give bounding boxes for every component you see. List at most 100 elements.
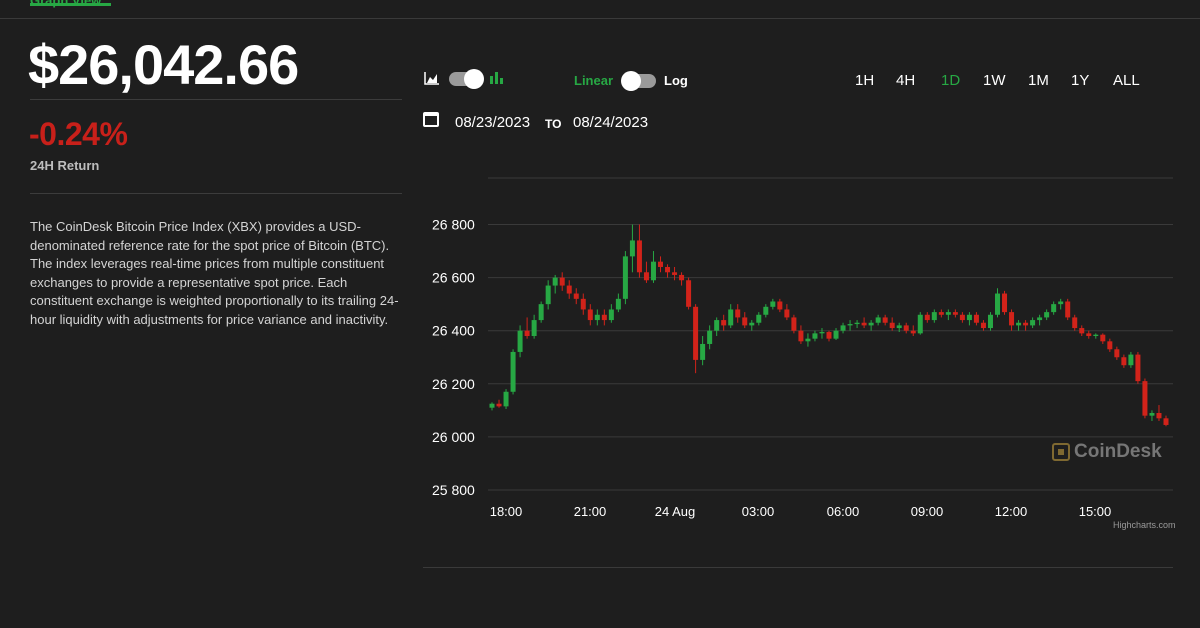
candle-down bbox=[665, 266, 671, 273]
x-tick-label: 21:00 bbox=[574, 504, 607, 519]
candle-down bbox=[1163, 418, 1169, 425]
chart-credits[interactable]: Highcharts.com bbox=[1113, 520, 1176, 530]
candle-up bbox=[854, 322, 860, 325]
candle-down bbox=[559, 277, 565, 286]
coindesk-logo-icon bbox=[1052, 443, 1070, 461]
candle-down bbox=[1079, 328, 1085, 334]
candle-down bbox=[910, 330, 916, 334]
candle-up bbox=[622, 256, 628, 299]
candle-down bbox=[1114, 349, 1120, 358]
candle-up bbox=[594, 314, 600, 321]
candle-down bbox=[798, 330, 804, 342]
candle-down bbox=[1023, 322, 1029, 326]
candle-up bbox=[812, 333, 818, 339]
x-tick-label: 06:00 bbox=[827, 504, 860, 519]
y-tick-label: 25 800 bbox=[432, 482, 475, 498]
candle-up bbox=[1128, 354, 1134, 366]
candle-up bbox=[531, 320, 537, 337]
candle-down bbox=[777, 301, 783, 310]
candle-up bbox=[1037, 317, 1043, 321]
candle-down bbox=[1100, 334, 1106, 342]
candle-down bbox=[524, 330, 530, 337]
y-tick-label: 26 400 bbox=[432, 323, 475, 339]
candle-up bbox=[1149, 413, 1155, 416]
candle-down bbox=[938, 312, 944, 315]
candle-down bbox=[1156, 413, 1162, 419]
candle-up bbox=[615, 298, 621, 310]
candle-up bbox=[489, 403, 495, 408]
candle-up bbox=[510, 351, 516, 392]
candle-down bbox=[889, 322, 895, 329]
candle-up bbox=[868, 322, 874, 326]
candle-up bbox=[749, 322, 755, 326]
candle-down bbox=[903, 325, 909, 331]
candle-down bbox=[658, 261, 663, 267]
candle-up bbox=[840, 325, 846, 331]
candle-down bbox=[1121, 357, 1127, 366]
candle-up bbox=[945, 312, 951, 315]
candle-up bbox=[545, 285, 551, 305]
candle-up bbox=[756, 314, 762, 323]
candle-down bbox=[861, 322, 867, 326]
candle-up bbox=[700, 343, 706, 360]
candle-down bbox=[1009, 312, 1015, 326]
candle-up bbox=[1016, 322, 1022, 326]
candle-up bbox=[1044, 312, 1050, 318]
candle-down bbox=[742, 317, 748, 326]
candle-down bbox=[721, 320, 727, 326]
coindesk-watermark: CoinDesk bbox=[1052, 441, 1162, 463]
candle-down bbox=[882, 317, 888, 323]
coindesk-watermark-text: CoinDesk bbox=[1074, 441, 1162, 462]
candle-down bbox=[791, 317, 797, 331]
candle-up bbox=[707, 330, 713, 344]
candle-up bbox=[833, 330, 839, 339]
candlestick-chart[interactable]: 25 800 26 000 26 200 26 400 26 600 26 800 18:0… bbox=[0, 0, 1200, 628]
candle-up bbox=[966, 314, 972, 321]
candle-up bbox=[1030, 320, 1036, 326]
candle-down bbox=[924, 314, 930, 321]
candle-down bbox=[952, 312, 958, 315]
candle-down bbox=[643, 272, 649, 281]
candle-down bbox=[686, 280, 692, 307]
candle-down bbox=[1072, 317, 1078, 329]
candle-up bbox=[728, 309, 734, 326]
candle-up bbox=[819, 332, 825, 334]
y-tick-label: 26 600 bbox=[432, 270, 475, 286]
candle-down bbox=[1065, 301, 1071, 318]
candle-up bbox=[552, 277, 558, 286]
candle-up bbox=[763, 306, 769, 315]
candle-down bbox=[573, 293, 579, 299]
x-tick-label: 15:00 bbox=[1079, 504, 1112, 519]
candle-up bbox=[770, 301, 776, 307]
candle-down bbox=[1135, 354, 1141, 382]
x-tick-label: 03:00 bbox=[742, 504, 775, 519]
x-tick-label: 18:00 bbox=[490, 504, 523, 519]
candle-up bbox=[987, 314, 993, 329]
candle-down bbox=[1002, 293, 1008, 313]
candle-up bbox=[1058, 301, 1064, 305]
candle-down bbox=[587, 309, 593, 321]
candle-down bbox=[959, 314, 965, 321]
candle-up bbox=[608, 309, 614, 321]
candle-down bbox=[636, 240, 642, 273]
candle-down bbox=[826, 332, 832, 339]
candle-up bbox=[503, 391, 509, 407]
candle-down bbox=[679, 274, 685, 281]
candle-up bbox=[995, 293, 1000, 315]
candle-up bbox=[629, 240, 635, 257]
candle-down bbox=[1107, 341, 1113, 350]
candle-up bbox=[714, 320, 720, 331]
candle-up bbox=[931, 312, 937, 321]
candle-down bbox=[693, 306, 699, 360]
candle-up bbox=[847, 324, 853, 326]
candle-down bbox=[980, 322, 986, 329]
y-tick-label: 26 000 bbox=[432, 429, 475, 445]
candle-up bbox=[896, 325, 902, 329]
candle-up bbox=[517, 330, 523, 352]
candle-up bbox=[650, 261, 656, 281]
candle-up bbox=[875, 317, 881, 323]
chart-bottom-divider bbox=[423, 567, 1173, 568]
candle-down bbox=[1142, 381, 1148, 416]
candle-down bbox=[1086, 333, 1092, 337]
candle-up bbox=[538, 304, 544, 321]
